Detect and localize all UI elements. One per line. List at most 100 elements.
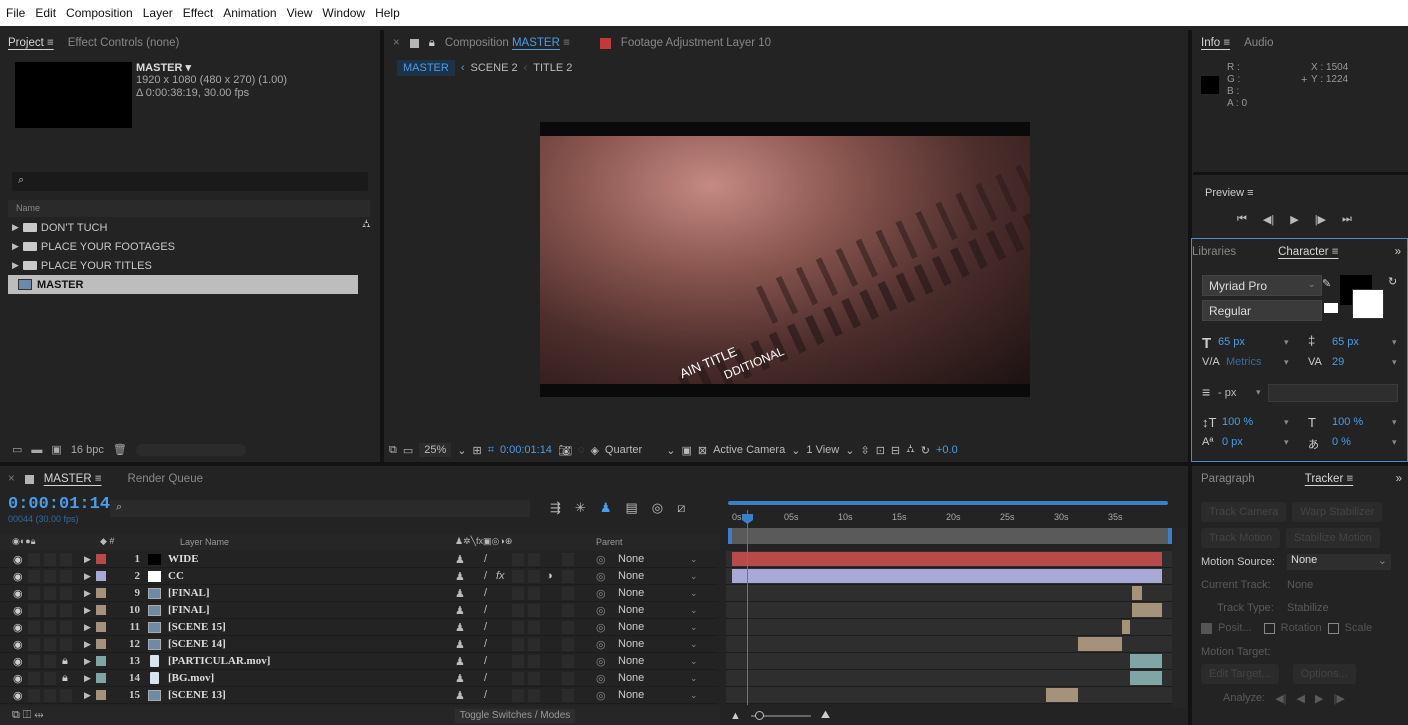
- list-item[interactable]: ▶ PLACE YOUR TITLES: [8, 256, 358, 275]
- shy-switch-icon[interactable]: ♟: [455, 638, 465, 651]
- monitor-icon[interactable]: ▭: [403, 444, 413, 457]
- safe-zones-icon[interactable]: ⊞: [473, 444, 482, 457]
- chevron-down-icon[interactable]: ▾: [1392, 417, 1397, 428]
- mask-visibility-icon[interactable]: ⌗: [488, 444, 494, 457]
- work-area-range[interactable]: [728, 501, 1168, 505]
- analyze-forward-frame-icon[interactable]: ▶: [1315, 692, 1323, 705]
- switch-cell[interactable]: [562, 621, 574, 634]
- breadcrumb-scene[interactable]: SCENE 2: [471, 62, 518, 74]
- lock-toggle[interactable]: [60, 621, 72, 634]
- chevron-down-icon[interactable]: ⌄: [1308, 279, 1316, 290]
- label-color[interactable]: [96, 639, 106, 649]
- menu-effect[interactable]: Effect: [183, 6, 213, 20]
- exposure-value[interactable]: +0.0: [936, 444, 958, 456]
- always-preview-icon[interactable]: ⧉: [389, 444, 397, 457]
- pick-whip-icon[interactable]: ◎: [596, 638, 606, 651]
- pick-whip-icon[interactable]: ◎: [596, 570, 606, 583]
- lock-icon[interactable]: 🔒︎: [429, 37, 435, 50]
- vertical-scale-value[interactable]: 100 %: [1222, 416, 1253, 428]
- time-ruler[interactable]: 0s 05s 10s 15s 20s 25s 30s 35s: [726, 510, 1172, 528]
- layer-track[interactable]: [726, 653, 1172, 670]
- switch-cell[interactable]: [562, 570, 574, 583]
- swap-colors-icon[interactable]: ↻: [1388, 275, 1397, 288]
- motion-blur-icon[interactable]: ◎: [652, 500, 663, 516]
- shy-switch-icon[interactable]: ♟: [455, 655, 465, 668]
- switch-cell[interactable]: [528, 655, 540, 668]
- snapshot-icon[interactable]: 📷︎: [558, 444, 572, 457]
- switch-cell[interactable]: [512, 621, 524, 634]
- expand-icon[interactable]: ▶: [84, 690, 91, 701]
- lock-icon[interactable]: 🔒︎: [62, 672, 68, 685]
- eyedropper-icon[interactable]: ✎: [1322, 277, 1331, 290]
- menu-help[interactable]: Help: [375, 6, 400, 20]
- last-frame-icon[interactable]: ⏭: [1342, 213, 1352, 226]
- chevron-down-icon[interactable]: ▾: [1284, 417, 1289, 428]
- switch-cell[interactable]: [512, 587, 524, 600]
- tab-project[interactable]: Project ≡: [8, 37, 54, 49]
- breadcrumb-title[interactable]: TITLE 2: [533, 62, 572, 74]
- leading-value[interactable]: 65 px: [1332, 336, 1359, 348]
- label-color[interactable]: [96, 605, 106, 615]
- zoom-out-icon[interactable]: ▲: [730, 710, 741, 722]
- lock-toggle[interactable]: [60, 604, 72, 617]
- switch-cell[interactable]: [562, 553, 574, 566]
- visibility-icon[interactable]: ◉: [13, 587, 23, 600]
- view-layout-select[interactable]: 1 View: [806, 444, 839, 456]
- column-parent[interactable]: Parent: [596, 537, 623, 547]
- layer-track[interactable]: [726, 636, 1172, 653]
- switch-cell[interactable]: [512, 570, 524, 583]
- layer-track[interactable]: [726, 602, 1172, 619]
- layer-name[interactable]: WIDE: [168, 553, 199, 565]
- chevron-down-icon[interactable]: ⌄: [690, 571, 698, 582]
- switch-cell[interactable]: [562, 655, 574, 668]
- audio-toggle[interactable]: [28, 672, 40, 685]
- visibility-icon[interactable]: ◉: [13, 621, 23, 634]
- warp-stabilizer-button[interactable]: Warp Stabilizer: [1292, 502, 1383, 522]
- lock-toggle[interactable]: [60, 553, 72, 566]
- analyze-back-frame-icon[interactable]: ◀: [1297, 692, 1305, 705]
- flowchart-icon[interactable]: ⛼: [362, 218, 371, 232]
- playhead-line[interactable]: [747, 510, 748, 705]
- quality-switch-icon[interactable]: /: [484, 553, 487, 565]
- quality-switch-icon[interactable]: /: [484, 672, 487, 684]
- comp-name[interactable]: MASTER ▾: [136, 61, 191, 74]
- panel-overflow-icon[interactable]: »: [1396, 473, 1402, 485]
- stroke-width-value[interactable]: - px: [1218, 387, 1236, 399]
- scale-checkbox[interactable]: [1327, 622, 1339, 634]
- menu-edit[interactable]: Edit: [35, 6, 56, 20]
- label-color[interactable]: [96, 673, 106, 683]
- audio-toggle[interactable]: [28, 621, 40, 634]
- layer-name[interactable]: CC: [168, 570, 184, 582]
- bpc-label[interactable]: 16 bpc: [71, 444, 104, 456]
- pick-whip-icon[interactable]: ◎: [596, 672, 606, 685]
- chevron-down-icon[interactable]: ⌄: [690, 605, 698, 616]
- table-row[interactable]: ◉ 🔒︎ ▶ 13 [PARTICULAR.mov] ♟ / ◎ None ⌄: [0, 653, 718, 670]
- chevron-down-icon[interactable]: ⌄: [690, 639, 698, 650]
- effect-switch-icon[interactable]: fx: [496, 570, 505, 582]
- pick-whip-icon[interactable]: ◎: [596, 689, 606, 702]
- track-camera-button[interactable]: Track Camera: [1201, 502, 1287, 522]
- footer-icons[interactable]: ⧉ ◫ ⇹: [12, 709, 44, 722]
- audio-toggle[interactable]: [28, 587, 40, 600]
- switch-cell[interactable]: [528, 621, 540, 634]
- layer-duration-bar[interactable]: [1132, 603, 1162, 617]
- shy-switch-icon[interactable]: ♟: [455, 604, 465, 617]
- switch-cell[interactable]: [528, 672, 540, 685]
- label-color[interactable]: [96, 554, 106, 564]
- chevron-down-icon[interactable]: ⌄: [791, 444, 800, 457]
- label-column-icon[interactable]: ◆ #: [100, 536, 114, 547]
- switch-cell[interactable]: [512, 672, 524, 685]
- lock-toggle[interactable]: [60, 638, 72, 651]
- layer-duration-bar[interactable]: [1130, 671, 1162, 685]
- chevron-down-icon[interactable]: ⌄: [666, 444, 675, 457]
- audio-toggle[interactable]: [28, 553, 40, 566]
- solo-toggle[interactable]: [44, 689, 56, 702]
- menu-layer[interactable]: Layer: [143, 6, 173, 20]
- expand-icon[interactable]: ▶: [84, 656, 91, 667]
- tab-tracker[interactable]: Tracker ≡: [1305, 473, 1353, 485]
- fast-previews-icon[interactable]: ⊡: [876, 444, 885, 457]
- zoom-slider[interactable]: ▲ ⛰: [730, 709, 830, 722]
- region-of-interest-icon[interactable]: ▣: [681, 444, 691, 457]
- no-fill-icon[interactable]: [1324, 303, 1338, 313]
- expand-icon[interactable]: ▶: [84, 605, 91, 616]
